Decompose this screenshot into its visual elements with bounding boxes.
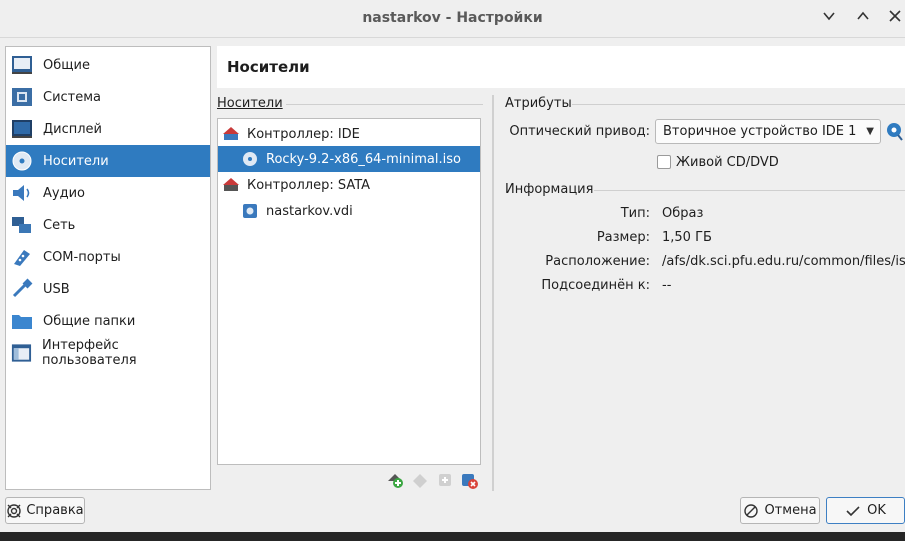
vertical-divider <box>492 95 494 491</box>
cancel-button[interactable]: Отмена <box>740 497 820 524</box>
audio-icon <box>13 185 30 201</box>
page-title: Носители <box>227 58 310 76</box>
sidebar-item-usb[interactable]: USB <box>6 273 210 305</box>
serial-ports-icon <box>14 250 30 266</box>
ok-button-label: OK <box>867 503 886 518</box>
settings-sidebar: Общие Система Дисплей Носители Аудио Сет… <box>5 46 211 490</box>
network-icon <box>12 217 31 233</box>
tree-item-label: Контроллер: IDE <box>247 126 360 142</box>
sidebar-item-label: Носители <box>43 153 109 169</box>
info-attached-to-value: -- <box>662 278 672 293</box>
sidebar-item-label: USB <box>43 281 70 297</box>
cancel-icon <box>744 503 759 518</box>
sidebar-item-label: Сеть <box>43 217 76 233</box>
add-attachment-disabled-button[interactable] <box>435 470 455 490</box>
dropdown-arrow-icon: ▼ <box>866 126 874 137</box>
info-location-label: Расположение: <box>545 254 650 269</box>
tree-item-label: nastarkov.vdi <box>266 203 353 219</box>
display-icon <box>12 120 32 138</box>
general-icon <box>12 56 32 74</box>
tree-item-optical-disc[interactable]: Rocky-9.2-x86_64-minimal.iso <box>218 146 480 172</box>
info-location-value: /afs/dk.sci.pfu.edu.ru/common/files/is..… <box>662 254 905 269</box>
live-cd-checkbox[interactable] <box>657 155 671 169</box>
checkmark-icon <box>846 505 860 516</box>
title-bar: nastarkov - Настройки <box>0 0 905 38</box>
storage-icon <box>12 151 32 171</box>
ok-button[interactable]: OK <box>826 497 905 524</box>
storage-tree[interactable]: Контроллер: IDE Rocky-9.2-x86_64-minimal… <box>217 118 481 465</box>
window-title: nastarkov - Настройки <box>362 10 543 26</box>
info-size-value: 1,50 ГБ <box>662 230 712 245</box>
sidebar-item-shared-folders[interactable]: Общие папки <box>6 305 210 337</box>
sidebar-item-network[interactable]: Сеть <box>6 209 210 241</box>
info-size-label: Размер: <box>596 230 650 245</box>
disc-chooser-icon <box>887 123 903 141</box>
live-cd-label: Живой CD/DVD <box>676 155 779 170</box>
sidebar-item-audio[interactable]: Аудио <box>6 177 210 209</box>
sidebar-item-label: Система <box>43 89 102 105</box>
info-type-label: Тип: <box>620 206 650 221</box>
shared-folders-icon <box>12 315 32 329</box>
minimize-button[interactable] <box>818 8 840 30</box>
storage-group-divider <box>286 104 483 105</box>
controller-icon <box>223 178 239 191</box>
desktop-strip <box>0 532 905 541</box>
attributes-group-label: Атрибуты <box>505 96 572 111</box>
sidebar-item-user-interface[interactable]: Интерфейс пользователя <box>6 337 210 369</box>
remove-attachment-button[interactable] <box>459 470 479 490</box>
sidebar-item-system[interactable]: Система <box>6 81 210 113</box>
close-icon <box>889 10 901 22</box>
usb-icon <box>12 278 33 298</box>
optical-disc-icon <box>243 152 257 166</box>
sidebar-item-general[interactable]: Общие <box>6 49 210 81</box>
cancel-button-label: Отмена <box>764 503 817 518</box>
optical-drive-select[interactable]: Вторичное устройство IDE 1 ▼ <box>655 119 881 144</box>
close-button[interactable] <box>884 8 905 30</box>
optical-drive-value: Вторичное устройство IDE 1 <box>663 124 857 139</box>
add-attachment-button[interactable] <box>385 470 405 490</box>
sidebar-item-label: Общие папки <box>43 313 136 329</box>
tree-item-label: Контроллер: SATA <box>247 177 371 193</box>
information-group-label: Информация <box>505 182 594 197</box>
help-icon <box>7 503 22 518</box>
sidebar-item-label: Общие <box>43 57 90 73</box>
sidebar-item-label: Интерфейс пользователя <box>41 338 137 368</box>
tree-item-hard-disk[interactable]: nastarkov.vdi <box>218 198 480 224</box>
tree-item-controller-sata[interactable]: Контроллер: SATA <box>218 172 480 198</box>
attributes-group-divider <box>572 104 905 105</box>
remove-controller-button[interactable] <box>410 470 430 490</box>
controller-icon <box>223 127 239 140</box>
sidebar-item-label: Дисплей <box>43 121 103 137</box>
storage-group-label: Носители <box>217 96 283 111</box>
remove-attachment-icon <box>462 474 478 489</box>
sidebar-item-storage[interactable]: Носители <box>6 145 210 177</box>
help-button[interactable]: Справка <box>5 497 85 524</box>
tree-item-label: Rocky-9.2-x86_64-minimal.iso <box>266 151 461 167</box>
remove-controller-icon <box>413 474 427 488</box>
user-interface-icon <box>11 344 32 362</box>
optical-drive-label: Оптический привод: <box>509 124 650 139</box>
sidebar-item-label: Аудио <box>43 185 85 201</box>
maximize-button[interactable] <box>852 8 874 30</box>
page-header: Носители <box>217 46 905 88</box>
sidebar-item-serial-ports[interactable]: COM-порты <box>6 241 210 273</box>
info-type-value: Образ <box>662 206 704 221</box>
choose-disk-button[interactable] <box>884 120 904 142</box>
chevron-up-icon <box>857 11 869 20</box>
hard-disk-icon <box>243 204 257 218</box>
sidebar-item-display[interactable]: Дисплей <box>6 113 210 145</box>
info-attached-to-label: Подсоединён к: <box>541 278 650 293</box>
sidebar-item-label: COM-порты <box>43 249 121 265</box>
information-group-divider <box>594 190 905 191</box>
help-button-label: Справка <box>26 503 84 518</box>
chevron-down-icon <box>823 12 835 21</box>
add-controller-icon <box>388 474 403 488</box>
settings-window: nastarkov - Настройки Общие Система Дисп… <box>0 0 905 532</box>
add-attachment-icon <box>439 474 451 486</box>
system-icon <box>12 88 32 106</box>
tree-item-controller-ide[interactable]: Контроллер: IDE <box>218 121 480 147</box>
